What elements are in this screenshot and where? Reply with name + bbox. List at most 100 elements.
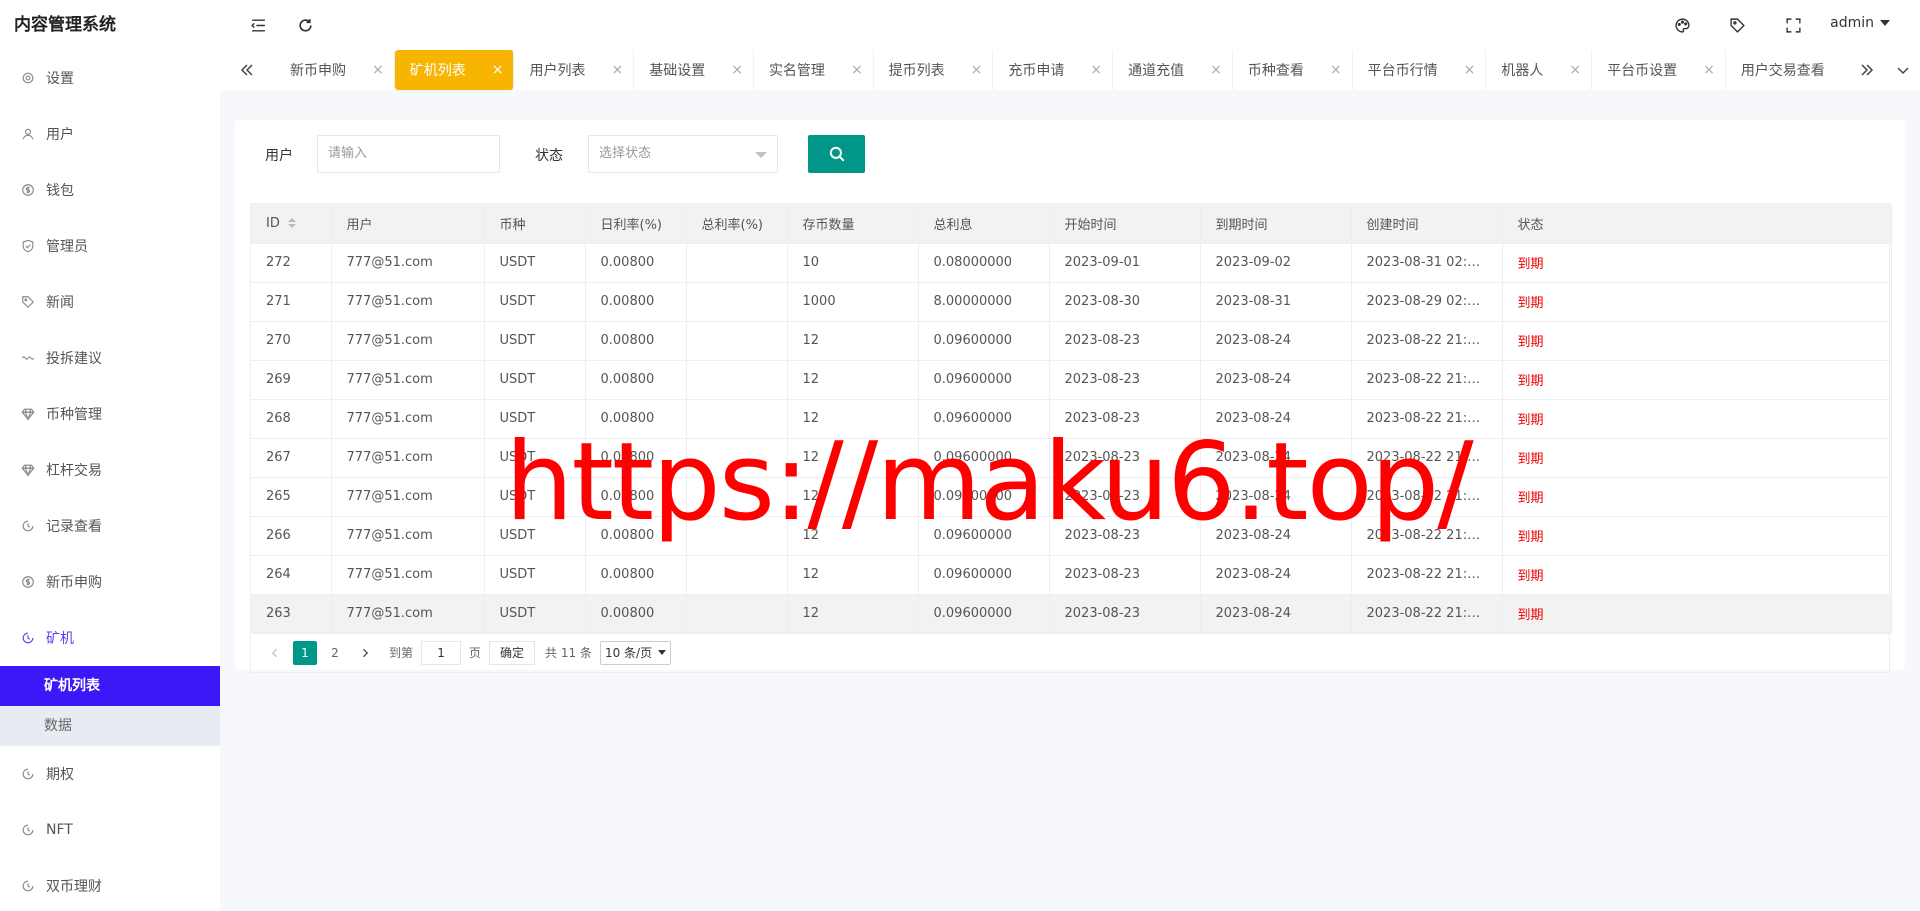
sidebar-item-记录查看[interactable]: 记录查看: [0, 498, 220, 554]
tab-基础设置[interactable]: 基础设置 ×: [634, 50, 754, 90]
table-cell: 2023-08-24: [1200, 594, 1352, 634]
table-row[interactable]: 269 777@51.com USDT 0.00800 12 0.09600000 2023…: [251, 360, 1892, 400]
table-cell: 265: [251, 477, 332, 517]
column-header: 开始时间: [1049, 204, 1201, 244]
table-cell: 2023-08-22 21:5...: [1351, 594, 1503, 634]
tab-close-icon[interactable]: ×: [1210, 62, 1222, 78]
tab-close-icon[interactable]: ×: [1090, 62, 1102, 78]
table-cell: USDT: [484, 399, 586, 439]
table-cell: [686, 594, 788, 634]
link-icon: [20, 350, 36, 366]
goto-confirm-button[interactable]: 确定: [489, 640, 536, 665]
fullscreen-icon[interactable]: [1783, 15, 1803, 35]
sidebar-item-用户[interactable]: 用户: [0, 106, 220, 162]
table-row[interactable]: 272 777@51.com USDT 0.00800 10 0.08000000 2023…: [251, 243, 1892, 283]
tab-用户交易查看[interactable]: 用户交易查看×: [1726, 50, 1850, 90]
table-cell: 12: [787, 516, 919, 556]
sidebar-subitem-数据[interactable]: 数据: [0, 706, 220, 746]
sidebar-item-币种管理[interactable]: 币种管理: [0, 386, 220, 442]
tab-close-icon[interactable]: ×: [1330, 62, 1342, 78]
tab-close-icon[interactable]: ×: [372, 62, 384, 78]
table-row[interactable]: 270 777@51.com USDT 0.00800 12 0.09600000 2023…: [251, 321, 1892, 361]
tab-close-icon[interactable]: ×: [611, 62, 623, 78]
tab-矿机列表[interactable]: 矿机列表 ×: [394, 50, 515, 90]
tab-平台币行情[interactable]: 平台币行情 ×: [1353, 50, 1487, 90]
sort-icon[interactable]: [287, 218, 296, 229]
table-row[interactable]: 265 777@51.com USDT 0.00800 12 0.09600000 2023…: [251, 477, 1892, 517]
tab-close-icon[interactable]: ×: [1703, 62, 1715, 78]
tab-机器人[interactable]: 机器人 ×: [1486, 50, 1593, 90]
search-button[interactable]: [808, 135, 865, 173]
sidebar-item-设置[interactable]: 设置: [0, 50, 220, 106]
sidebar-item-钱包[interactable]: 钱包: [0, 162, 220, 218]
tab-label: 基础设置: [649, 63, 706, 79]
tab-menu-chevron-down-icon[interactable]: [1888, 50, 1918, 90]
goto-page-input[interactable]: 1: [421, 640, 462, 665]
user-filter-label: 用户: [265, 148, 293, 164]
table-cell: 0.09600000: [918, 594, 1050, 634]
table-cell: 0.00800: [585, 594, 687, 634]
sidebar-item-管理员[interactable]: 管理员: [0, 218, 220, 274]
column-header: 日利率(%): [585, 204, 687, 244]
user-filter-input[interactable]: 请输入: [317, 135, 500, 173]
refresh-icon[interactable]: [295, 15, 315, 35]
table-row[interactable]: 267 777@51.com USDT 0.00800 12 0.09600000 2023…: [251, 438, 1892, 478]
sidebar-item-双币理财[interactable]: 双币理财: [0, 858, 220, 911]
table-cell: 777@51.com: [331, 282, 485, 322]
sidebar-subitem-矿机列表[interactable]: 矿机列表: [0, 666, 220, 706]
user-menu[interactable]: admin: [1830, 15, 1890, 31]
table-row[interactable]: 263 777@51.com USDT 0.00800 12 0.09600000 2023…: [251, 594, 1892, 634]
tab-close-icon[interactable]: ×: [851, 62, 863, 78]
tab-通道充值[interactable]: 通道充值 ×: [1113, 50, 1233, 90]
table-cell: 271: [251, 282, 332, 322]
page-2-button[interactable]: 2: [323, 641, 347, 665]
tab-提币列表[interactable]: 提币列表 ×: [874, 50, 994, 90]
menu-fold-icon[interactable]: [248, 15, 268, 35]
next-page-icon[interactable]: [353, 641, 377, 665]
sidebar-item-投拆建议[interactable]: 投拆建议: [0, 330, 220, 386]
tab-用户列表[interactable]: 用户列表 ×: [514, 50, 635, 90]
table-row[interactable]: 264 777@51.com USDT 0.00800 12 0.09600000 2023…: [251, 555, 1892, 595]
sidebar-item-期权[interactable]: 期权: [0, 746, 220, 802]
table-row[interactable]: 271 777@51.com USDT 0.00800 1000 8.00000000 20…: [251, 282, 1892, 322]
column-header[interactable]: ID: [251, 204, 332, 244]
tab-平台币设置[interactable]: 平台币设置 ×: [1592, 50, 1726, 90]
sidebar-item-NFT[interactable]: NFT: [0, 802, 220, 858]
sidebar-item-杠杆交易[interactable]: 杠杆交易: [0, 442, 220, 498]
tab-新币申购[interactable]: 新币申购 ×: [275, 50, 395, 90]
tab-close-icon[interactable]: ×: [1464, 62, 1476, 78]
data-table: ID 用户 币种 日利率(%) 总利率(%) 存币数量 总利息 开始时间 到期时间 创建时间 状态 …: [250, 203, 1892, 673]
sidebar-item-label: 杠杆交易: [46, 463, 102, 479]
sidebar-item-label: 新闻: [46, 295, 74, 311]
column-header: 到期时间: [1200, 204, 1352, 244]
sidebar-item-label: 新币申购: [46, 575, 102, 591]
tab-充币申请[interactable]: 充币申请 ×: [993, 50, 1114, 90]
table-cell: 2023-08-23: [1049, 516, 1201, 556]
page-size-select[interactable]: 10 条/页: [599, 640, 672, 665]
tab-close-icon[interactable]: ×: [971, 62, 983, 78]
sidebar-item-矿机[interactable]: 矿机: [0, 610, 220, 666]
sidebar-item-新币申购[interactable]: 新币申购: [0, 554, 220, 610]
tab-close-icon[interactable]: ×: [731, 62, 743, 78]
page-1-button[interactable]: 1: [293, 640, 317, 665]
tab-close-icon[interactable]: ×: [492, 62, 504, 78]
table-row[interactable]: 268 777@51.com USDT 0.00800 12 0.09600000 2023…: [251, 399, 1892, 439]
prev-page-icon[interactable]: [263, 641, 287, 665]
tab-scroll-left-icon[interactable]: [232, 50, 262, 90]
column-header-label: 用户: [346, 217, 373, 233]
table-cell: 到期: [1502, 360, 1892, 400]
table-row[interactable]: 266 777@51.com USDT 0.00800 12 0.09600000 2023…: [251, 516, 1892, 556]
tag-icon[interactable]: [1727, 15, 1747, 35]
table-cell: 8.00000000: [918, 282, 1050, 322]
tab-实名管理[interactable]: 实名管理 ×: [754, 50, 874, 90]
sidebar: 内容管理系统 设置 用户 钱包 管理员 新闻 投拆建议 币种管理 杠杆交易 记录查看 新币申购 矿机…: [0, 0, 220, 911]
sidebar-item-新闻[interactable]: 新闻: [0, 274, 220, 330]
table-cell: 2023-08-31 02:1...: [1351, 243, 1503, 283]
table-cell: 2023-08-22 21:5...: [1351, 516, 1503, 556]
status-select[interactable]: 选择状态: [588, 135, 778, 173]
tab-币种查看[interactable]: 币种查看 ×: [1233, 50, 1353, 90]
palette-icon[interactable]: [1672, 15, 1692, 35]
tab-close-icon[interactable]: ×: [1569, 62, 1581, 78]
table-cell: 2023-08-22 21:5...: [1351, 438, 1503, 478]
tab-scroll-right-icon[interactable]: [1852, 50, 1882, 90]
